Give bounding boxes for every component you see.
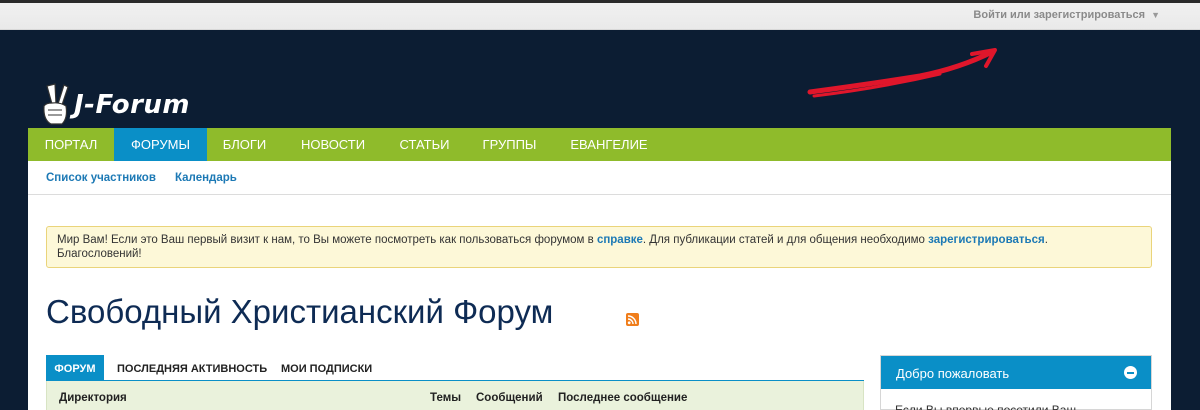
column-header-directory: Директория (59, 392, 127, 404)
chevron-down-icon: ▼ (1151, 10, 1160, 20)
notice-text-3: . (1044, 234, 1048, 246)
tab-groups[interactable]: ГРУППЫ (465, 128, 554, 161)
members-list-link[interactable]: Список участников (46, 172, 156, 184)
tab-gospel[interactable]: ЕВАНГЕЛИЕ (554, 128, 664, 161)
collapse-icon[interactable] (1124, 366, 1137, 379)
help-link[interactable]: справке (597, 234, 643, 246)
rss-feed-icon (627, 315, 637, 325)
tab-blogs[interactable]: БЛОГИ (207, 128, 282, 161)
widget-header: Добро пожаловать (881, 356, 1151, 389)
tab-my-subscriptions[interactable]: МОИ ПОДПИСКИ (281, 355, 372, 381)
welcome-notice: Мир Вам! Если это Ваш первый визит к нам… (46, 226, 1152, 268)
forum-table-header: Директория Темы Сообщений Последнее сооб… (46, 381, 864, 410)
register-link[interactable]: зарегистрироваться (928, 234, 1045, 246)
forum-tabs: ФОРУМ ПОСЛЕДНЯЯ АКТИВНОСТЬ МОИ ПОДПИСКИ (46, 355, 864, 381)
main-nav: ПОРТАЛ ФОРУМЫ БЛОГИ НОВОСТИ СТАТЬИ ГРУПП… (28, 128, 1171, 161)
sub-nav: Список участников Календарь (28, 161, 1171, 195)
tab-portal[interactable]: ПОРТАЛ (28, 128, 114, 161)
notice-text-1: Мир Вам! Если это Ваш первый визит к нам… (57, 234, 597, 246)
column-header-messages: Сообщений (476, 392, 543, 404)
widget-title: Добро пожаловать (896, 366, 1010, 381)
tab-forum[interactable]: ФОРУМ (46, 355, 104, 381)
tab-recent-activity[interactable]: ПОСЛЕДНЯЯ АКТИВНОСТЬ (117, 355, 267, 381)
notice-text-4: Благословений! (57, 248, 142, 260)
welcome-widget: Добро пожаловать Если Вы впервые посетил… (880, 355, 1152, 410)
logo-text: J-Forum (74, 90, 190, 120)
calendar-link[interactable]: Календарь (175, 172, 237, 184)
top-bar: Войти или зарегистрироваться ▼ (0, 0, 1200, 30)
login-register-link[interactable]: Войти или зарегистрироваться ▼ (973, 9, 1160, 21)
widget-body: Если Вы впервые посетили Ваш (895, 403, 1077, 410)
tab-news[interactable]: НОВОСТИ (282, 128, 384, 161)
column-header-last-message: Последнее сообщение (558, 392, 688, 404)
red-arrow-annotation (807, 48, 997, 98)
victory-hand-icon (43, 83, 69, 125)
column-header-threads: Темы (430, 392, 462, 404)
tab-articles[interactable]: СТАТЬИ (384, 128, 465, 161)
page-title: Свободный Христианский Форум (46, 293, 554, 330)
tab-forums[interactable]: ФОРУМЫ (114, 128, 207, 161)
site-logo[interactable]: J-Forum (38, 82, 190, 128)
main-content: ПОРТАЛ ФОРУМЫ БЛОГИ НОВОСТИ СТАТЬИ ГРУПП… (28, 128, 1171, 410)
rss-icon[interactable] (626, 313, 639, 326)
notice-text-2: . Для публикации статей и для общения не… (642, 234, 929, 246)
login-register-label: Войти или зарегистрироваться (973, 9, 1146, 21)
